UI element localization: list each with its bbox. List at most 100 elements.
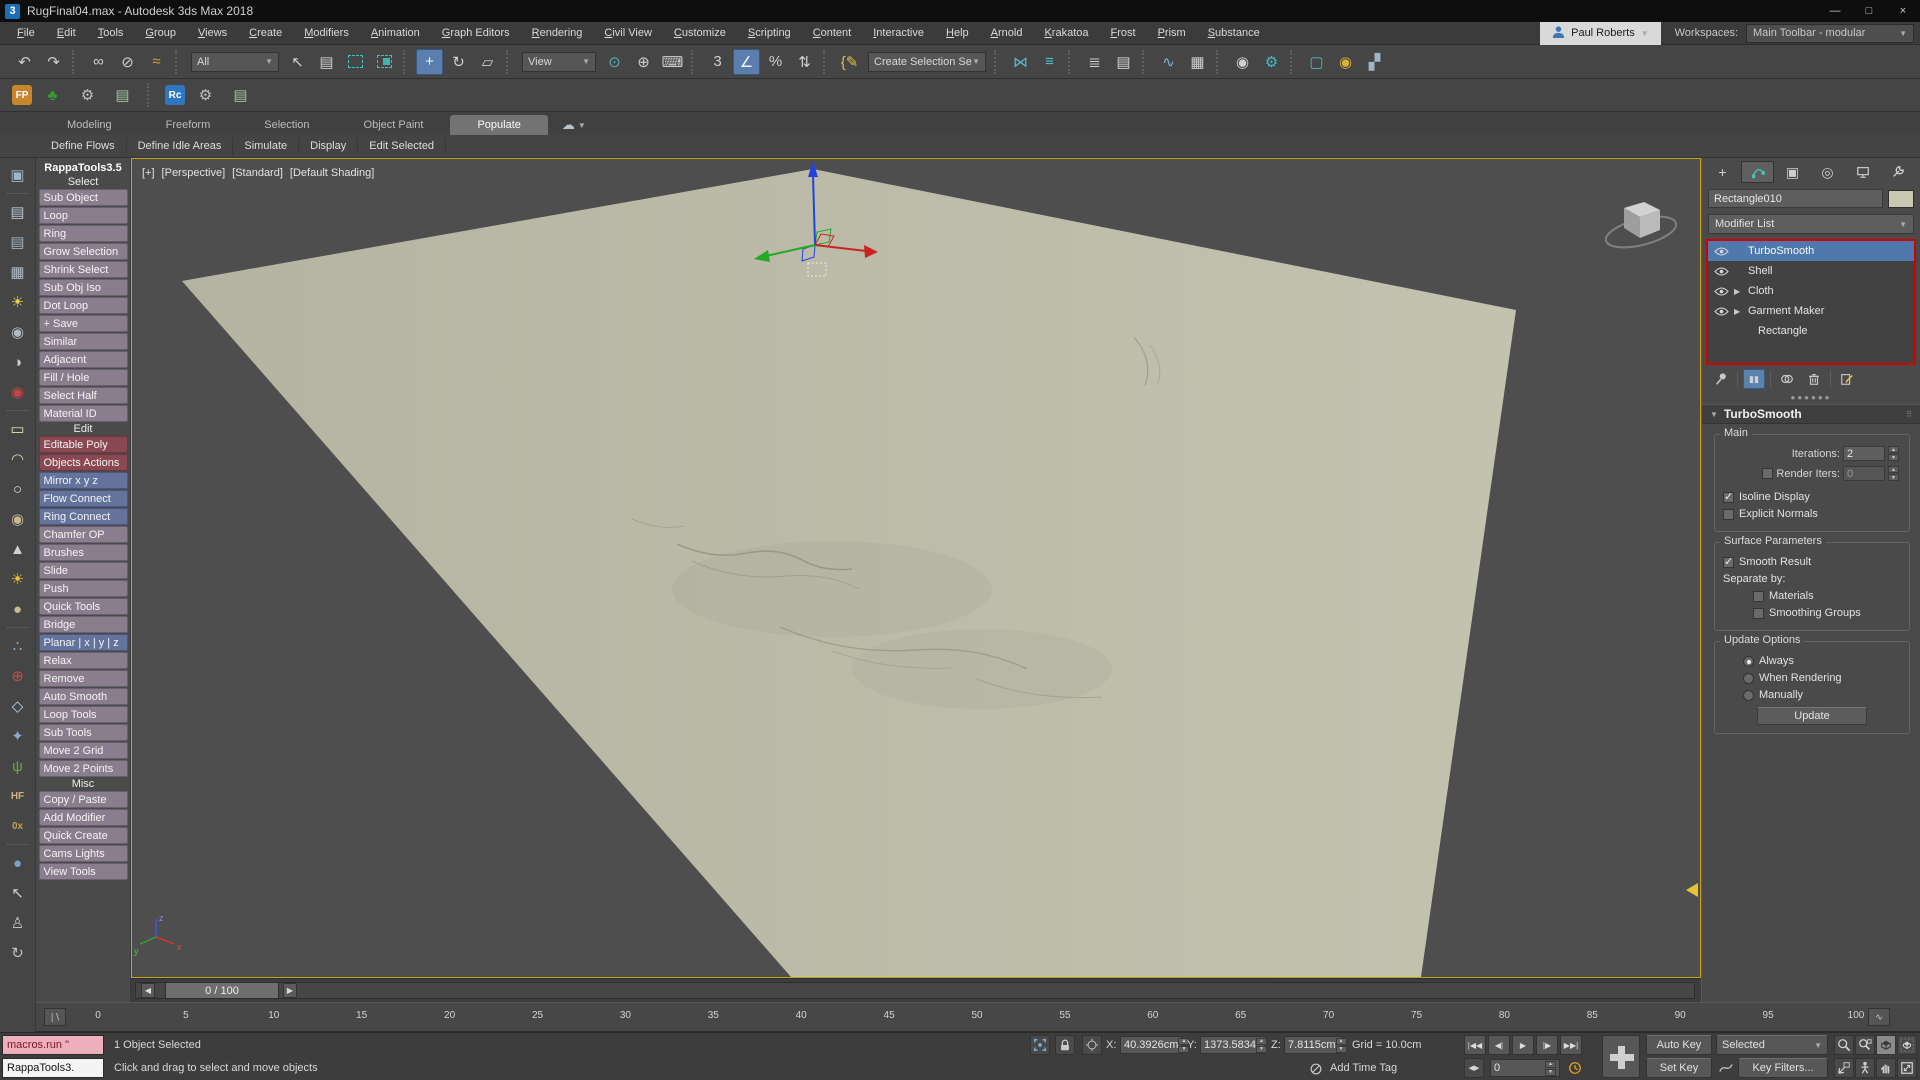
material-editor-button[interactable]: ◉ xyxy=(1229,49,1256,75)
ribbon-tab-object-paint[interactable]: Object Paint xyxy=(337,115,451,135)
menu-tools[interactable]: Tools xyxy=(87,24,135,42)
selection-filter-dropdown[interactable]: All▼ xyxy=(191,52,279,72)
moon-icon[interactable]: ◑ xyxy=(5,349,31,375)
remove-modifier-icon[interactable] xyxy=(1803,369,1825,389)
select-by-name-button[interactable]: ▤ xyxy=(313,49,340,75)
open-mini-curve-editor-icon[interactable]: ∿ xyxy=(1868,1008,1890,1026)
key-filters-button[interactable]: Key Filters... xyxy=(1738,1058,1828,1078)
play-button[interactable]: ▶ xyxy=(1512,1035,1534,1055)
track-bar[interactable]: ∣∖ 0510152025303540455055606570758085909… xyxy=(36,1002,1920,1032)
ribbon-tab-modeling[interactable]: Modeling xyxy=(40,115,139,135)
rappa-button-quick-tools[interactable]: Quick Tools xyxy=(39,598,128,615)
rappa-button-copy-paste[interactable]: Copy / Paste xyxy=(39,791,128,808)
auto-key-button[interactable]: Auto Key xyxy=(1646,1035,1712,1055)
iterations-spinner[interactable]: ▲▼ xyxy=(1888,446,1899,461)
coin-icon[interactable]: 0x xyxy=(5,813,31,839)
visibility-eye-icon[interactable] xyxy=(1712,267,1730,276)
sun-icon[interactable]: ☀ xyxy=(5,566,31,592)
rappa-button-material-id[interactable]: Material ID xyxy=(39,405,128,422)
explicit-normals-checkbox[interactable] xyxy=(1723,509,1734,520)
ball-icon[interactable]: ● xyxy=(5,596,31,622)
menu-file[interactable]: File xyxy=(6,24,46,42)
percent-snap-toggle-button[interactable]: % xyxy=(762,49,789,75)
menu-edit[interactable]: Edit xyxy=(46,24,87,42)
ribbon-tab-populate[interactable]: Populate xyxy=(450,115,547,135)
always-radio[interactable] xyxy=(1743,656,1754,667)
rappa-button-remove[interactable]: Remove xyxy=(39,670,128,687)
menu-krakatoa[interactable]: Krakatoa xyxy=(1033,24,1099,42)
view-cube[interactable] xyxy=(1603,202,1679,253)
ribbon-button-define-idle-areas[interactable]: Define Idle Areas xyxy=(127,137,234,155)
rappa-button-similar[interactable]: Similar xyxy=(39,333,128,350)
rappa-button-move-2-points[interactable]: Move 2 Points xyxy=(39,760,128,777)
menu-customize[interactable]: Customize xyxy=(663,24,737,42)
menu-group[interactable]: Group xyxy=(134,24,187,42)
pan-button[interactable] xyxy=(1876,1058,1896,1078)
manually-radio[interactable] xyxy=(1743,690,1754,701)
modifier-list-dropdown[interactable]: Modifier List ▼ xyxy=(1708,214,1914,234)
set-keys-button[interactable] xyxy=(1602,1035,1640,1078)
zoom-region-button[interactable] xyxy=(1834,1058,1854,1078)
scene-list-tool-icon[interactable]: ▤ xyxy=(109,82,136,108)
panel-splitter[interactable]: ●●●●●● xyxy=(1702,391,1920,404)
viewport[interactable]: x y z [+][Perspective][Standard][Default… xyxy=(131,158,1701,978)
zoom-extents-button[interactable] xyxy=(1876,1035,1896,1055)
menu-content[interactable]: Content xyxy=(802,24,863,42)
menu-arnold[interactable]: Arnold xyxy=(980,24,1034,42)
snaps-toggle-3d-button[interactable]: 3 xyxy=(704,49,731,75)
time-configuration-icon[interactable] xyxy=(1565,1058,1585,1078)
rollout-window-icon[interactable]: ▤ xyxy=(5,199,31,225)
materials-checkbox[interactable] xyxy=(1753,591,1764,602)
rappa-button-sub-tools[interactable]: Sub Tools xyxy=(39,724,128,741)
rappa-button-brushes[interactable]: Brushes xyxy=(39,544,128,561)
dome-icon[interactable]: ◠ xyxy=(5,446,31,472)
rappa-button-planar-x-y-z[interactable]: Planar | x | y | z xyxy=(39,634,128,651)
zoom-button[interactable] xyxy=(1834,1035,1854,1055)
render-iters-field[interactable]: 0 xyxy=(1843,466,1885,481)
maximize-viewport-button[interactable] xyxy=(1897,1058,1917,1078)
use-pivot-point-center-button[interactable]: ⊙ xyxy=(601,49,628,75)
viewport-label-segment-1[interactable]: [Perspective] xyxy=(162,167,226,179)
selection-set-dropdown[interactable]: Selected ▼ xyxy=(1716,1035,1828,1055)
walk-through-button[interactable] xyxy=(1855,1058,1875,1078)
rc-tool-icon[interactable]: Rc xyxy=(165,85,185,105)
rappa-button-sub-object[interactable]: Sub Object xyxy=(39,189,128,206)
iterations-field[interactable]: 2 xyxy=(1843,446,1885,461)
curve-editor-button[interactable]: ∿ xyxy=(1155,49,1182,75)
key-mode-toggle[interactable]: ◀▶ xyxy=(1464,1058,1484,1078)
scene-window-icon[interactable]: ▣ xyxy=(5,162,31,188)
rectangular-selection-region-button[interactable] xyxy=(342,49,369,75)
turbosmooth-rollout-header[interactable]: ▼ TurboSmooth ⠿ xyxy=(1702,404,1920,424)
video-camera-icon[interactable]: ◉ xyxy=(5,379,31,405)
viewport-label-segment-0[interactable]: [+] xyxy=(142,167,155,179)
menu-animation[interactable]: Animation xyxy=(360,24,431,42)
menu-interactive[interactable]: Interactive xyxy=(862,24,935,42)
panel-tab-modify[interactable] xyxy=(1741,161,1774,183)
ribbon-tab-freeform[interactable]: Freeform xyxy=(139,115,238,135)
render-setup-button[interactable]: ⚙ xyxy=(1258,49,1285,75)
scene-wrench-tool-icon[interactable]: ⚙ xyxy=(74,82,101,108)
select-and-scale-button[interactable]: ▱ xyxy=(474,49,501,75)
time-slider-track[interactable] xyxy=(135,982,1695,999)
rappa-button-slide[interactable]: Slide xyxy=(39,562,128,579)
rappa-button-loop-tools[interactable]: Loop Tools xyxy=(39,706,128,723)
zoom-extents-all-button[interactable] xyxy=(1897,1035,1917,1055)
rappa-button-loop[interactable]: Loop xyxy=(39,207,128,224)
ribbon-button-display[interactable]: Display xyxy=(299,137,358,155)
select-and-manipulate-button[interactable]: ⊕ xyxy=(630,49,657,75)
menu-prism[interactable]: Prism xyxy=(1147,24,1197,42)
rappa-button-auto-smooth[interactable]: Auto Smooth xyxy=(39,688,128,705)
ribbon-button-define-flows[interactable]: Define Flows xyxy=(40,137,127,155)
rappa-button-relax[interactable]: Relax xyxy=(39,652,128,669)
rappa-button-flow-connect[interactable]: Flow Connect xyxy=(39,490,128,507)
expand-arrow-icon[interactable]: ▶ xyxy=(1734,287,1744,296)
rc-wrench-tool-icon[interactable]: ⚙ xyxy=(192,82,219,108)
user-account-menu[interactable]: Paul Roberts ▼ xyxy=(1540,22,1661,45)
keyboard-shortcut-override-button[interactable]: ⌨ xyxy=(659,49,686,75)
minimize-button[interactable]: — xyxy=(1818,0,1852,22)
named-selection-sets-dropdown[interactable]: Create Selection Se▼ xyxy=(868,52,986,72)
mini-track-icon[interactable]: ∣∖ xyxy=(44,1008,66,1026)
edit-named-selection-sets-button[interactable]: {✎ xyxy=(836,49,863,75)
redo-button[interactable]: ↷ xyxy=(40,49,67,75)
list-panel-icon[interactable]: ▤ xyxy=(5,229,31,255)
